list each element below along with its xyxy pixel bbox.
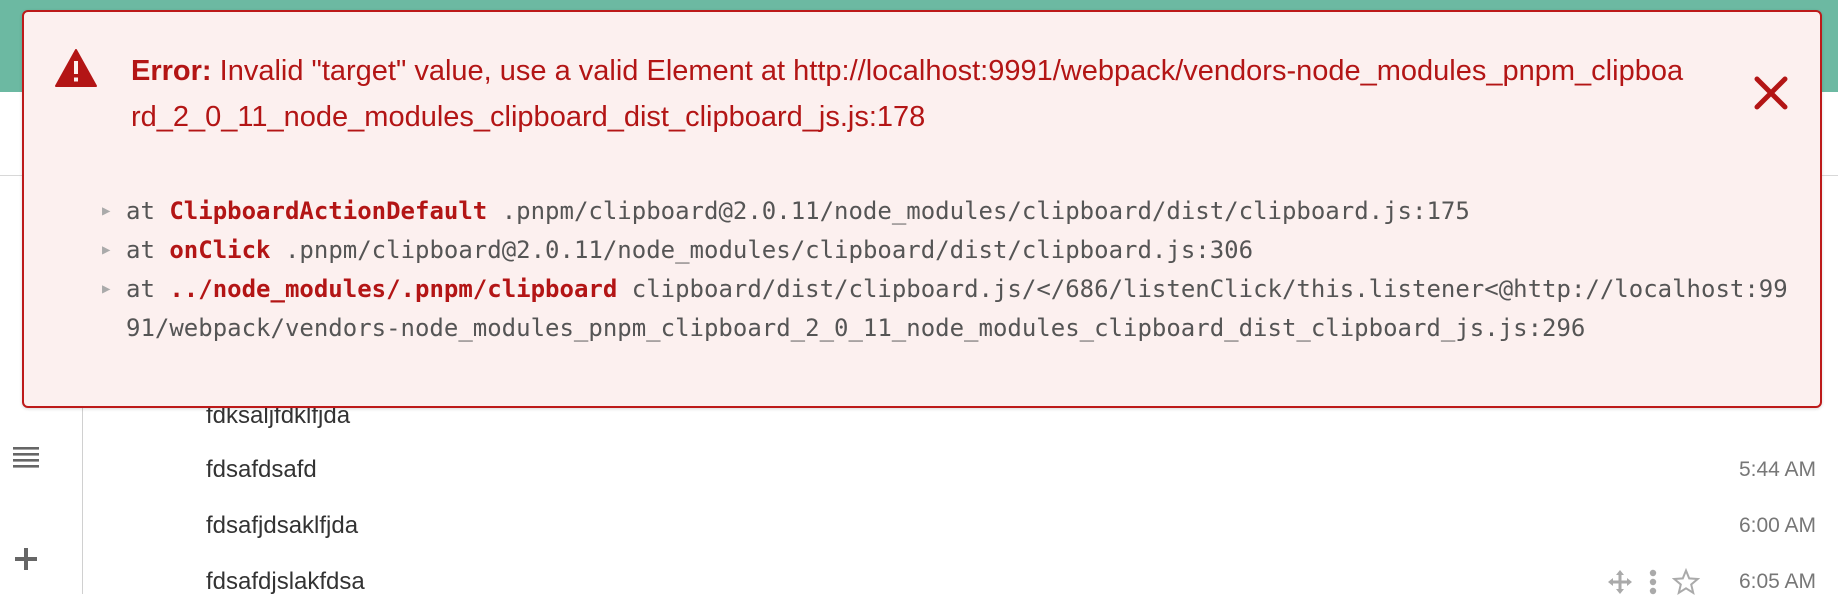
move-icon[interactable] <box>1606 568 1634 596</box>
frame-at: at <box>126 236 155 264</box>
message-text: fdsafjdsaklfjda <box>206 512 358 540</box>
frame-at: at <box>126 275 155 303</box>
message-row[interactable]: fdsafdsafd 5:44 AM <box>206 450 1816 490</box>
list-icon[interactable] <box>10 444 42 476</box>
message-actions <box>1606 568 1700 596</box>
message-time[interactable]: 6:05 AM <box>1739 570 1816 594</box>
stack-frame[interactable]: ▶ at ClipboardActionDefault .pnpm/clipbo… <box>102 192 1802 231</box>
expand-triangle-icon[interactable]: ▶ <box>102 270 126 309</box>
message-row[interactable]: fdsafjdsaklfjda 6:00 AM <box>206 506 1816 546</box>
frame-prefix: ../node_modules/ <box>169 275 400 303</box>
error-label: Error: <box>131 55 212 87</box>
stack-frame[interactable]: ▶ at onClick .pnpm/clipboard@2.0.11/node… <box>102 231 1802 270</box>
warning-icon <box>54 48 98 88</box>
frame-function: .pnpm/clipboard <box>401 275 618 303</box>
error-banner: Error: Invalid "target" value, use a val… <box>22 10 1822 408</box>
more-options-icon[interactable] <box>1648 568 1658 596</box>
message-time[interactable]: 5:44 AM <box>1739 458 1816 482</box>
stack-trace: ▶ at ClipboardActionDefault .pnpm/clipbo… <box>102 192 1802 348</box>
message-row[interactable]: fdsafdjslakfdsa 6:05 AM <box>206 562 1816 602</box>
star-icon[interactable] <box>1672 568 1700 596</box>
close-button[interactable] <box>1752 74 1790 112</box>
frame-function: ClipboardActionDefault <box>169 197 487 225</box>
close-icon[interactable] <box>1752 74 1790 112</box>
message-text: fdsafdsafd <box>206 456 317 484</box>
plus-icon[interactable] <box>10 546 42 578</box>
stack-frame[interactable]: ▶ at ../node_modules/.pnpm/clipboard cli… <box>102 270 1802 348</box>
frame-function: onClick <box>169 236 270 264</box>
expand-triangle-icon[interactable]: ▶ <box>102 192 126 231</box>
message-time[interactable]: 6:00 AM <box>1739 514 1816 538</box>
error-message: Error: Invalid "target" value, use a val… <box>131 48 1691 140</box>
frame-at: at <box>126 197 155 225</box>
error-text: Invalid "target" value, use a valid Elem… <box>131 55 1683 133</box>
frame-location: .pnpm/clipboard@2.0.11/node_modules/clip… <box>285 236 1253 264</box>
expand-triangle-icon[interactable]: ▶ <box>102 231 126 270</box>
frame-location: .pnpm/clipboard@2.0.11/node_modules/clip… <box>502 197 1470 225</box>
message-text: fdsafdjslakfdsa <box>206 568 365 596</box>
